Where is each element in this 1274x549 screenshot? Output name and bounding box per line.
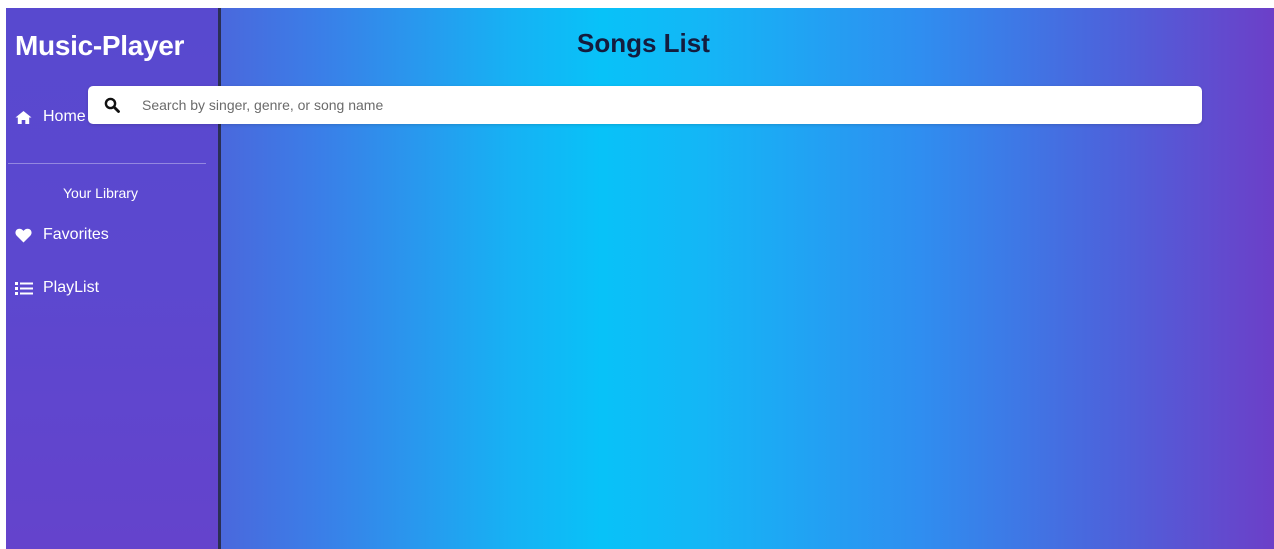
home-icon (15, 110, 37, 125)
heart-icon (15, 228, 37, 243)
search-input[interactable] (140, 89, 1190, 121)
sidebar-item-playlist[interactable]: PlayList (15, 279, 99, 297)
app-window: Music-Player Home Your Library Favorites (6, 8, 1274, 549)
library-heading: Your Library (63, 185, 138, 201)
sidebar-divider (8, 163, 206, 164)
search-bar[interactable] (88, 86, 1202, 124)
sidebar-item-home[interactable]: Home (15, 108, 86, 126)
sidebar-item-label: Home (43, 108, 86, 125)
brand-logo: Music-Player (15, 30, 185, 61)
sidebar-item-label: PlayList (43, 279, 100, 296)
page-title: Songs List (577, 28, 710, 58)
list-icon (15, 281, 37, 296)
sidebar-item-label: Favorites (43, 226, 109, 243)
sidebar-item-favorites[interactable]: Favorites (15, 226, 109, 244)
search-icon[interactable] (102, 95, 122, 115)
